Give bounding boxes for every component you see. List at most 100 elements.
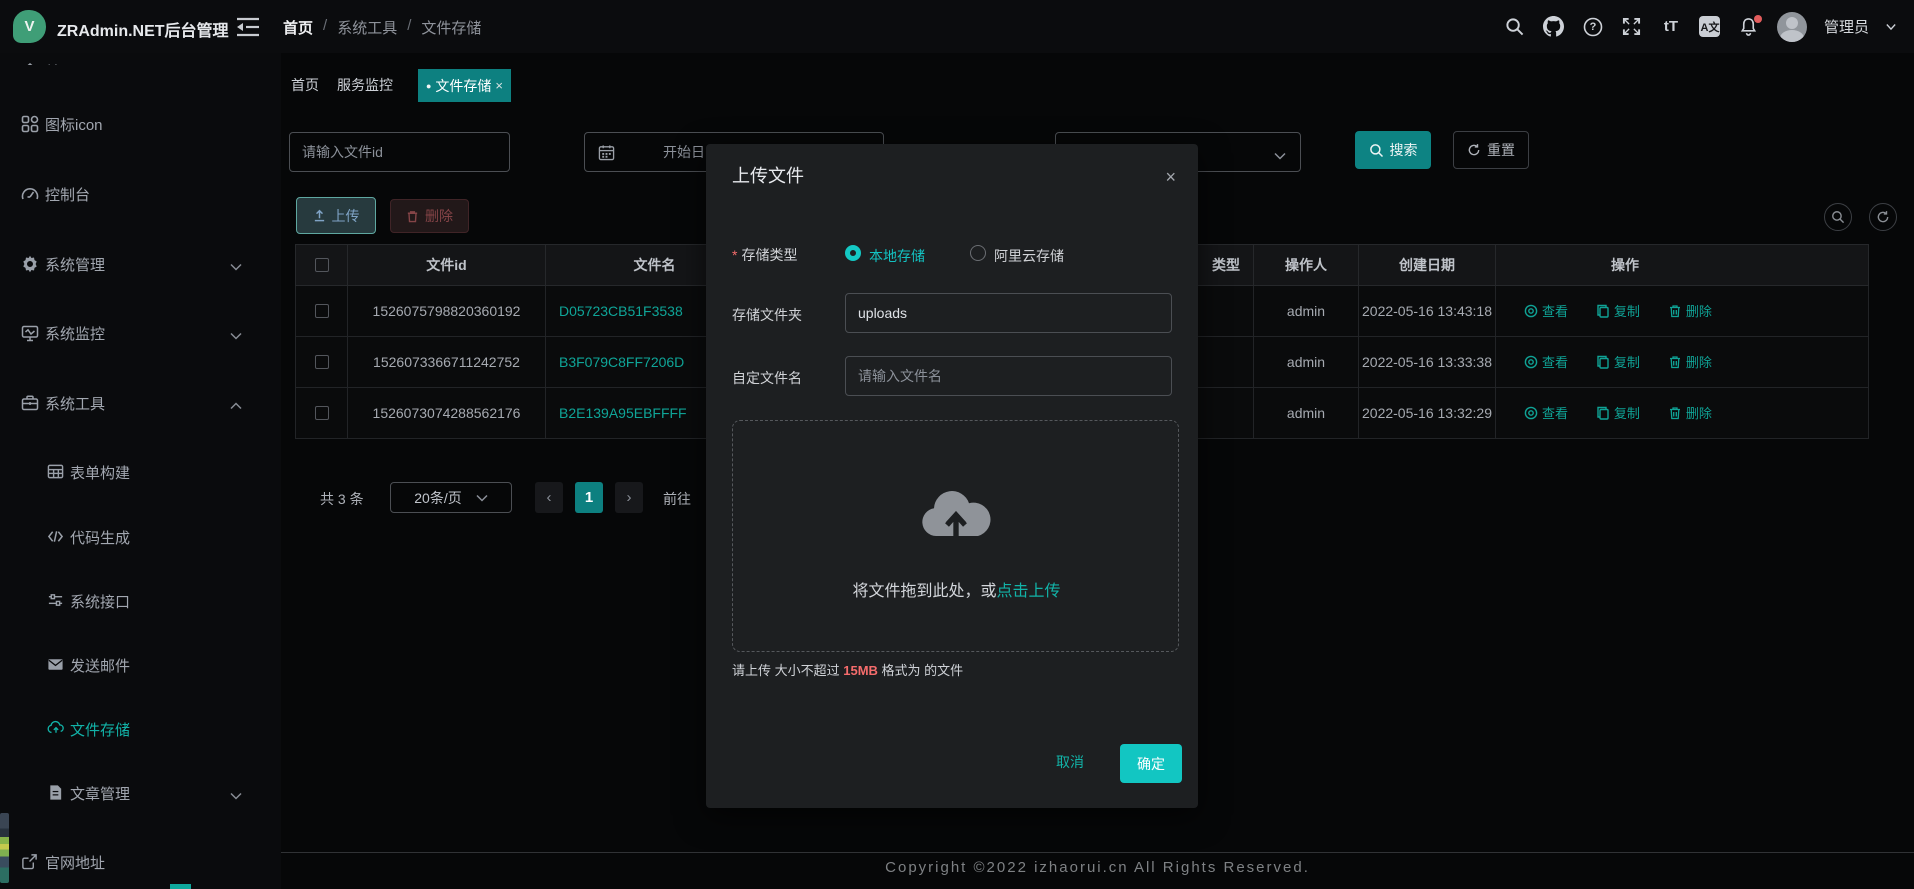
- minimap-strip: [0, 813, 9, 883]
- sidebar-item-console[interactable]: 控制台: [0, 176, 281, 212]
- sidebar-item-system-monitor[interactable]: 系统监控: [0, 315, 281, 351]
- reset-button[interactable]: 重置: [1453, 131, 1529, 169]
- upload-dropzone[interactable]: 将文件拖到此处，或点击上传: [732, 420, 1179, 652]
- sidebar-item-home[interactable]: 首页: [0, 53, 281, 65]
- external-link-icon: [21, 853, 39, 871]
- sidebar-item-code-gen[interactable]: 代码生成: [0, 519, 281, 555]
- file-id-input[interactable]: [289, 132, 510, 172]
- upload-icon: [313, 209, 326, 222]
- sidebar-item-system-tools[interactable]: 系统工具: [0, 385, 281, 421]
- delete-link[interactable]: 删除: [1668, 352, 1712, 371]
- sidebar-item-system-admin[interactable]: 系统管理: [0, 246, 281, 282]
- confirm-button[interactable]: 确定: [1120, 744, 1182, 783]
- help-icon[interactable]: ?: [1582, 16, 1604, 38]
- tab-label: 文件存储: [435, 76, 491, 96]
- upload-dialog: 上传文件 × *存储类型 本地存储 阿里云存储 存储文件夹 自定文件名 将文件拖…: [706, 144, 1198, 808]
- radio-local-label[interactable]: 本地存储: [869, 246, 925, 266]
- radio-aliyun-label[interactable]: 阿里云存储: [994, 246, 1064, 266]
- scrollbar-thumb[interactable]: [170, 884, 191, 889]
- eye-icon: [1524, 355, 1538, 369]
- cell-operator: admin: [1254, 337, 1359, 388]
- current-page-button[interactable]: 1: [575, 482, 603, 513]
- copy-link[interactable]: 复制: [1596, 301, 1640, 320]
- refresh-table-button[interactable]: [1869, 203, 1897, 231]
- filename-input[interactable]: [845, 356, 1172, 396]
- sidebar-item-file-storage[interactable]: 文件存储: [0, 711, 281, 747]
- sidebar-item-system-api[interactable]: 系统接口: [0, 583, 281, 619]
- tab-home[interactable]: 首页: [291, 75, 319, 95]
- sidebar-item-articles[interactable]: 文章管理: [0, 775, 281, 811]
- close-icon[interactable]: ×: [1165, 168, 1176, 186]
- tab-close-icon[interactable]: ×: [495, 78, 503, 93]
- delete-button[interactable]: 删除: [390, 199, 469, 233]
- view-link[interactable]: 查看: [1524, 301, 1568, 320]
- breadcrumb-current: 文件存储: [421, 17, 481, 38]
- breadcrumb-system-tools[interactable]: 系统工具: [337, 17, 397, 38]
- copy-link[interactable]: 复制: [1596, 352, 1640, 371]
- sidebar-item-label: 系统管理: [45, 254, 105, 275]
- delete-link[interactable]: 删除: [1668, 301, 1712, 320]
- home-icon: [21, 62, 39, 65]
- filename-label: 自定文件名: [732, 368, 802, 388]
- chevron-down-icon: [230, 787, 242, 799]
- cancel-button[interactable]: 取消: [1056, 752, 1084, 772]
- sidebar-item-official-site[interactable]: 官网地址: [0, 844, 281, 880]
- footer-divider: [281, 852, 1914, 853]
- storage-type-label: *存储类型: [732, 245, 797, 265]
- goto-label: 前往: [663, 489, 691, 509]
- row-checkbox[interactable]: [315, 355, 329, 369]
- next-page-button[interactable]: ›: [615, 482, 643, 513]
- github-icon[interactable]: [1543, 16, 1565, 38]
- sidebar-item-icons[interactable]: 图标icon: [0, 106, 281, 142]
- view-link[interactable]: 查看: [1524, 403, 1568, 422]
- chevron-down-icon: [476, 494, 488, 502]
- font-size-icon[interactable]: tT: [1660, 16, 1682, 38]
- copy-link[interactable]: 复制: [1596, 403, 1640, 422]
- reset-label: 重置: [1487, 140, 1515, 160]
- help-glyph: ?: [1590, 21, 1597, 33]
- tab-service-monitor[interactable]: 服务监控: [337, 75, 393, 95]
- user-name[interactable]: 管理员: [1824, 16, 1869, 37]
- view-link[interactable]: 查看: [1524, 352, 1568, 371]
- search-icon: [1831, 210, 1845, 224]
- copyright-text: Copyright ©2022 izhaorui.cn All Rights R…: [281, 859, 1914, 876]
- language-glyph: A文: [1699, 16, 1720, 37]
- chevron-down-icon[interactable]: [1886, 22, 1896, 32]
- breadcrumb-home[interactable]: 首页: [283, 17, 313, 38]
- row-checkbox[interactable]: [315, 304, 329, 318]
- page-size-select[interactable]: 20条/页: [390, 482, 512, 513]
- radio-aliyun-storage[interactable]: [970, 245, 986, 261]
- copy-icon: [1596, 304, 1610, 318]
- click-upload-link[interactable]: 点击上传: [997, 583, 1061, 600]
- search-button[interactable]: 搜索: [1355, 131, 1431, 169]
- sidebar-item-form-builder[interactable]: 表单构建: [0, 454, 281, 490]
- toggle-search-button[interactable]: [1824, 203, 1852, 231]
- header-actions: ? tT A文 管理员: [1504, 0, 1896, 53]
- sidebar-item-label: 文件存储: [70, 719, 130, 740]
- cell-file-id: 1526075798820360192: [348, 286, 546, 337]
- upload-tip: 请上传 大小不超过 15MB 格式为 的文件: [732, 660, 963, 679]
- table-icon: [47, 463, 65, 481]
- bell-icon[interactable]: [1738, 16, 1760, 38]
- fullscreen-icon[interactable]: [1621, 16, 1643, 38]
- tab-file-storage[interactable]: ● 文件存储 ×: [418, 69, 511, 102]
- upload-button[interactable]: 上传: [296, 197, 376, 234]
- radio-local-storage[interactable]: [845, 245, 861, 261]
- col-created: 创建日期: [1359, 245, 1496, 286]
- language-icon[interactable]: A文: [1699, 16, 1721, 38]
- row-checkbox[interactable]: [315, 406, 329, 420]
- upload-cloud-icon: [916, 483, 996, 545]
- notification-badge: [1754, 15, 1762, 23]
- sidebar-item-send-mail[interactable]: 发送邮件: [0, 647, 281, 683]
- sidebar-item-label: 发送邮件: [70, 655, 130, 676]
- search-icon[interactable]: [1504, 16, 1526, 38]
- folder-input[interactable]: [845, 293, 1172, 333]
- avatar[interactable]: [1777, 12, 1807, 42]
- app-logo: V: [13, 10, 46, 43]
- trash-icon: [1668, 355, 1682, 369]
- select-all-checkbox[interactable]: [315, 258, 329, 272]
- sidebar-fold-icon[interactable]: [236, 16, 260, 38]
- prev-page-button[interactable]: ‹: [535, 482, 563, 513]
- sidebar-item-label: 官网地址: [45, 852, 105, 873]
- delete-link[interactable]: 删除: [1668, 403, 1712, 422]
